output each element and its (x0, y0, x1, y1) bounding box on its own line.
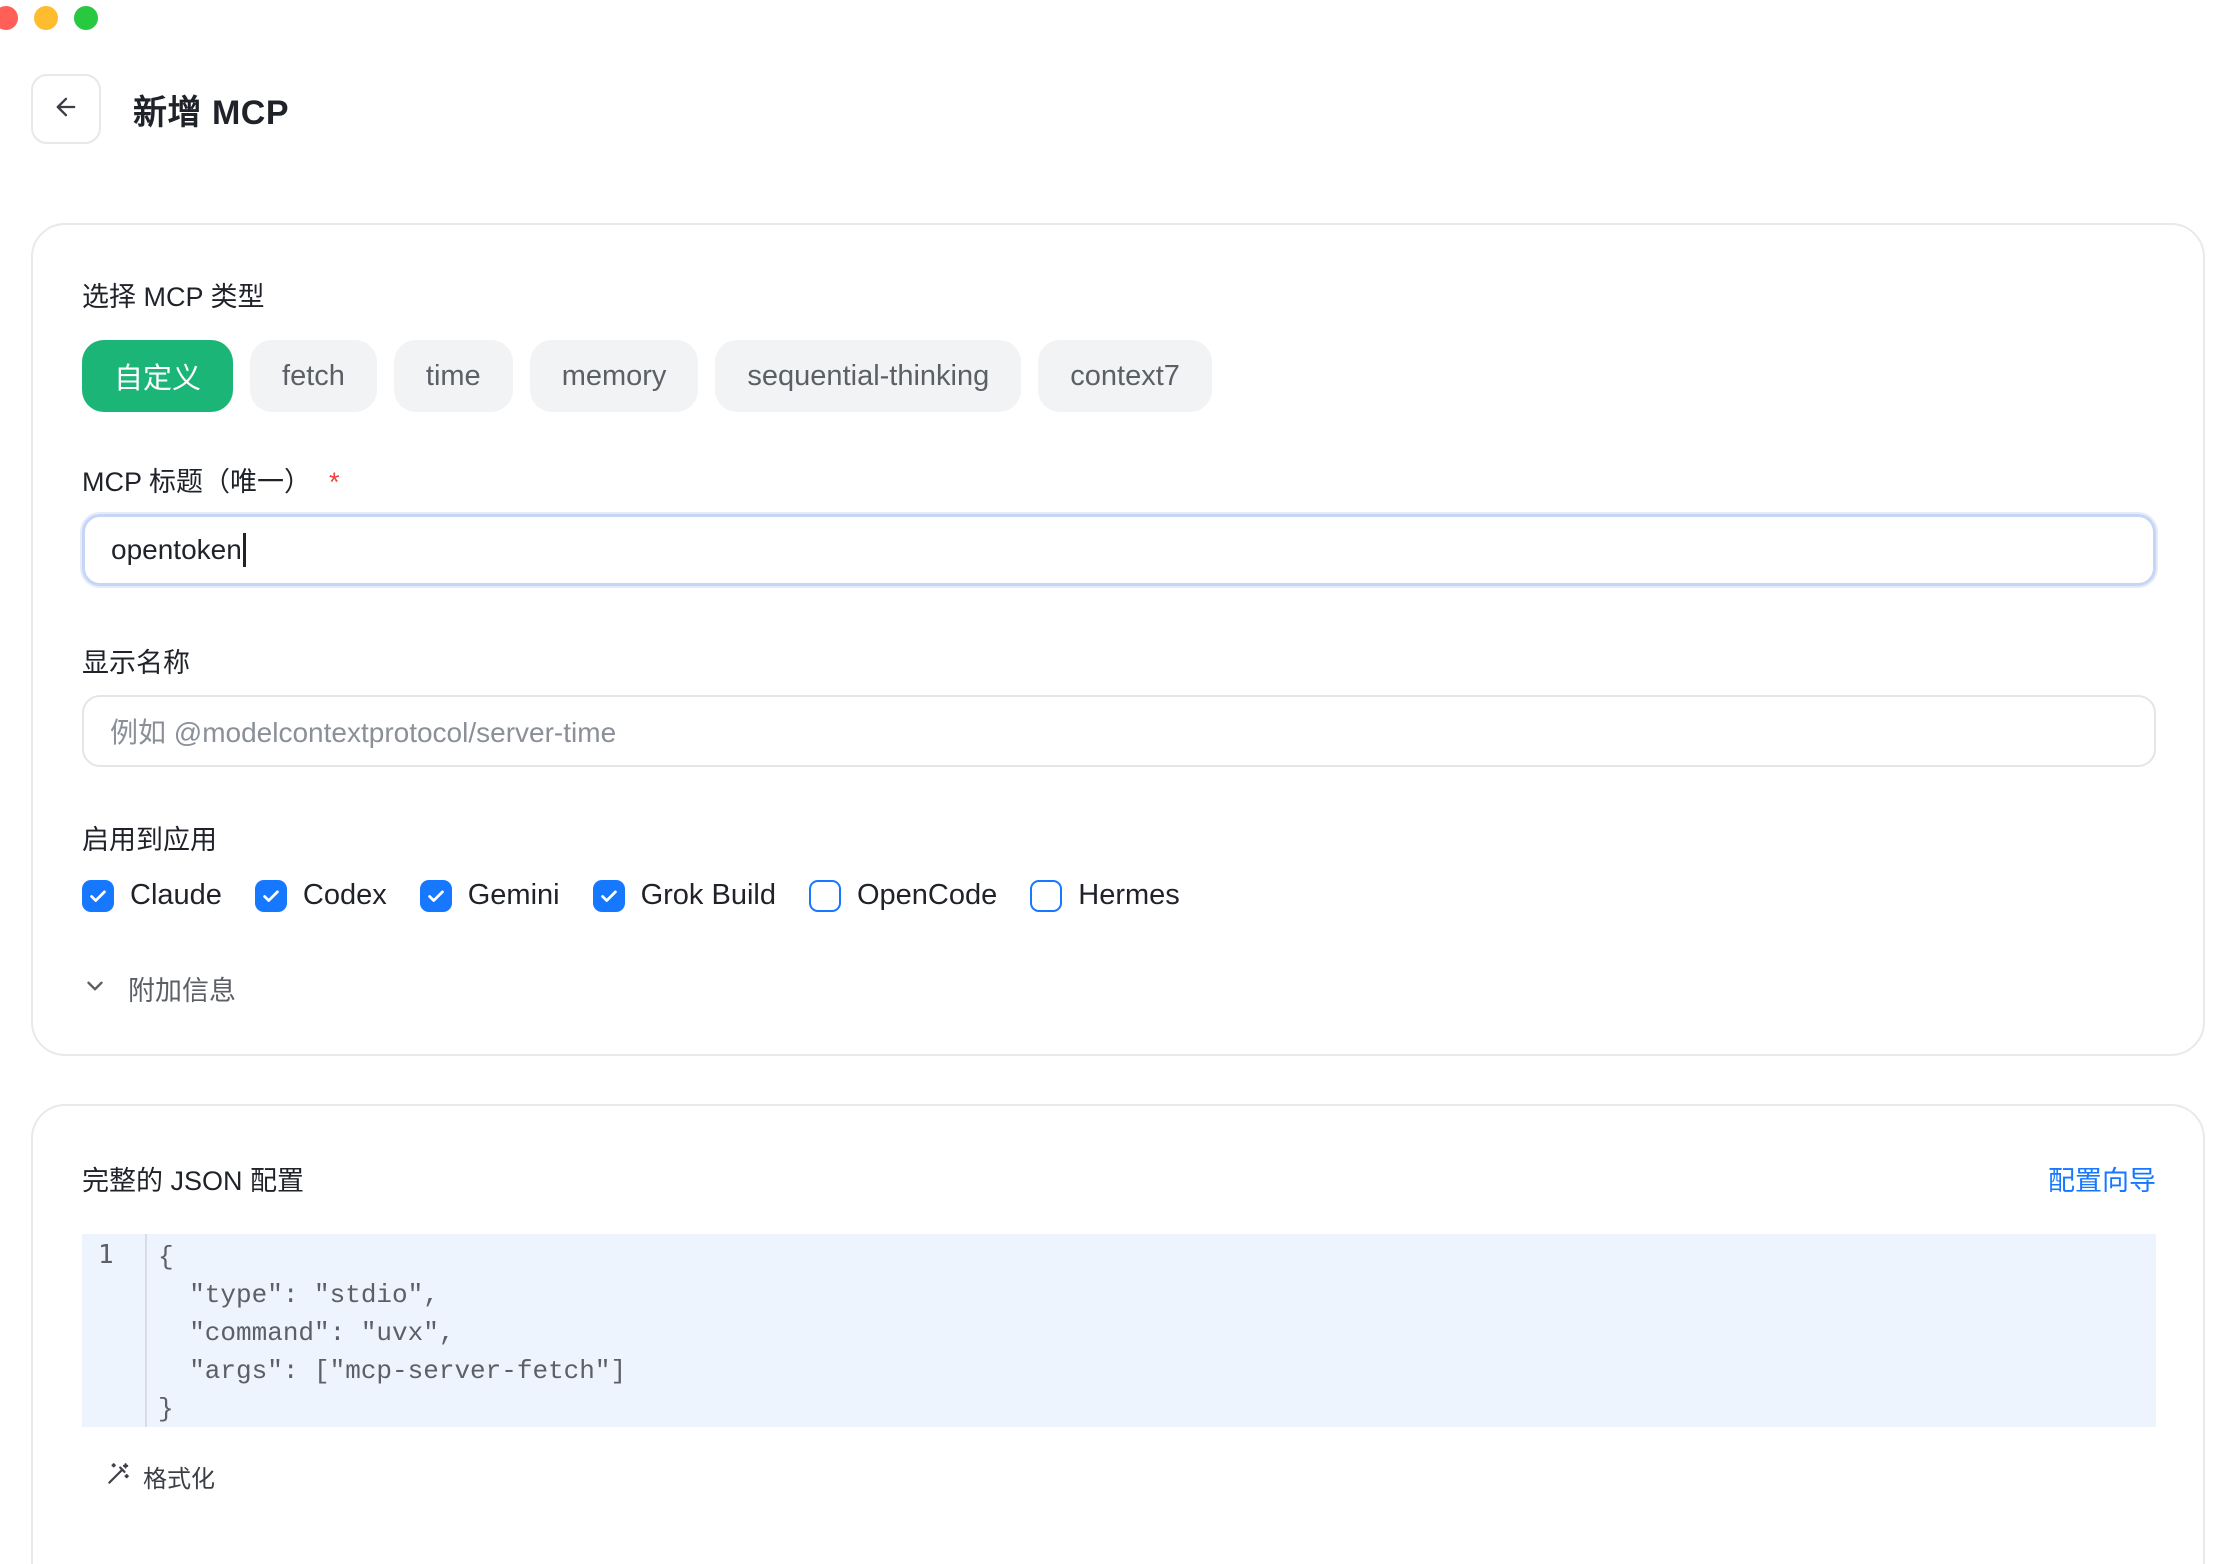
type-chip-custom[interactable]: 自定义 (82, 340, 234, 412)
type-chip-context7[interactable]: context7 (1038, 340, 1212, 412)
extra-info-label: 附加信息 (128, 976, 236, 1006)
mcp-title-value: opentoken (111, 534, 242, 565)
required-mark: * (329, 467, 340, 497)
display-name-placeholder: 例如 @modelcontextprotocol/server-time (110, 717, 617, 748)
config-wizard-link[interactable]: 配置向导 (2048, 1159, 2156, 1198)
magic-wand-icon (105, 1461, 131, 1492)
format-button[interactable]: 格式化 (105, 1459, 215, 1494)
type-chip-memory[interactable]: memory (529, 340, 699, 412)
page-title: 新增 MCP (133, 93, 289, 132)
app-label: OpenCode (856, 879, 998, 911)
arrow-left-icon (52, 93, 80, 126)
type-chip-group: 自定义 fetch time memory sequential-thinkin… (82, 340, 1212, 412)
json-code-editor[interactable]: 1 { "type": "stdio", "command": "uvx", "… (82, 1234, 2156, 1427)
app-label: Gemini (467, 879, 560, 911)
checkbox-checked-icon[interactable] (592, 879, 625, 912)
apps-section-label: 启用到应用 (82, 825, 217, 855)
app-option-hermes[interactable]: Hermes (1030, 879, 1180, 912)
app-label: Hermes (1078, 879, 1180, 911)
type-section-label: 选择 MCP 类型 (82, 282, 265, 312)
checkbox-checked-icon[interactable] (419, 879, 452, 912)
type-chip-fetch[interactable]: fetch (250, 340, 377, 412)
page-header: 新增 MCP (31, 74, 289, 144)
app-label: Codex (302, 879, 387, 911)
app-option-gemini[interactable]: Gemini (419, 879, 560, 912)
app-label: Claude (130, 879, 222, 911)
text-caret (242, 533, 246, 567)
app-option-claude[interactable]: Claude (82, 879, 222, 912)
app-label: Grok Build (640, 879, 776, 911)
mcp-basic-card: 选择 MCP 类型 自定义 fetch time memory sequenti… (31, 223, 2205, 1056)
back-button[interactable] (31, 74, 101, 144)
checkbox-unchecked-icon[interactable] (1030, 879, 1063, 912)
type-chip-sequential-thinking[interactable]: sequential-thinking (715, 340, 1022, 412)
json-config-label: 完整的 JSON 配置 (82, 1166, 305, 1196)
format-label: 格式化 (143, 1466, 215, 1493)
json-config-card: 完整的 JSON 配置 配置向导 1 { "type": "stdio", "c… (31, 1104, 2205, 1564)
type-chip-time[interactable]: time (393, 340, 513, 412)
line-number: 1 (98, 1240, 114, 1270)
display-name-input[interactable]: 例如 @modelcontextprotocol/server-time (82, 695, 2156, 767)
checkbox-unchecked-icon[interactable] (808, 879, 841, 912)
checkbox-checked-icon[interactable] (254, 879, 287, 912)
checkbox-checked-icon[interactable] (82, 879, 114, 912)
extra-info-toggle[interactable]: 附加信息 (82, 969, 236, 1008)
chevron-down-icon (82, 973, 108, 1004)
window-controls (0, 6, 98, 30)
app-option-opencode[interactable]: OpenCode (808, 879, 998, 912)
display-name-label: 显示名称 (82, 648, 190, 678)
title-field-label-text: MCP 标题（唯一） (82, 467, 312, 497)
app-option-codex[interactable]: Codex (254, 879, 387, 912)
close-window-button[interactable] (0, 6, 18, 30)
app-option-grok-build[interactable]: Grok Build (592, 879, 776, 912)
mcp-title-input[interactable]: opentoken (82, 514, 2156, 586)
title-field-label: MCP 标题（唯一） * (82, 460, 340, 499)
maximize-window-button[interactable] (74, 6, 98, 30)
apps-checkbox-group: Claude Codex Gemini Grok Build OpenCode (82, 879, 1213, 912)
editor-gutter: 1 (82, 1234, 147, 1427)
json-code-content: { "type": "stdio", "command": "uvx", "ar… (158, 1242, 627, 1424)
minimize-window-button[interactable] (34, 6, 58, 30)
